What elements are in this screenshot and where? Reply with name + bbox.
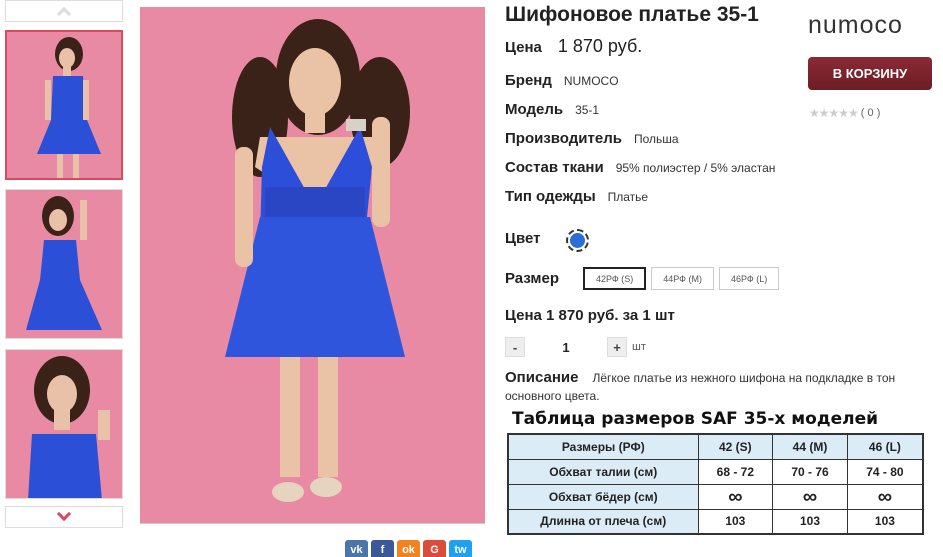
table-header-cell: 46 (L) xyxy=(846,433,924,460)
size-options: 42РФ (S) 44РФ (M) 46РФ (L) xyxy=(583,267,780,290)
type-row: Тип одежды Платье xyxy=(505,188,648,205)
thumbnail-2[interactable] xyxy=(5,189,123,339)
thumbnail-image xyxy=(26,196,102,330)
table-row: Обхват бёдер (см) ∞ ∞ ∞ xyxy=(507,483,924,510)
price-value: 1 870 руб. xyxy=(557,36,643,56)
qty-input[interactable] xyxy=(531,337,601,357)
table-row: Обхват талии (см) 68 - 72 70 - 76 74 - 8… xyxy=(507,458,924,485)
maker-value: Польша xyxy=(633,132,679,146)
thumbnail-image xyxy=(28,356,110,498)
product-title: Шифоновое платье 35-1 xyxy=(505,3,759,26)
table-header-cell: 44 (M) xyxy=(772,433,848,460)
model-illustration xyxy=(225,19,410,502)
social-share-bar: vk f ok G tw xyxy=(345,540,472,557)
color-row: Цвет xyxy=(505,230,540,247)
type-value: Платье xyxy=(607,190,649,204)
size-option-l[interactable]: 46РФ (L) xyxy=(719,267,780,290)
table-header-cell: Размеры (РФ) xyxy=(507,433,699,460)
brand-row: Бренд NUMOCO xyxy=(505,72,619,89)
table-row-label: Длинна от плеча (см) xyxy=(507,508,699,535)
vk-icon[interactable]: vk xyxy=(345,540,368,557)
table-cell: 68 - 72 xyxy=(697,458,774,485)
table-header-row: Размеры (РФ) 42 (S) 44 (M) 46 (L) xyxy=(507,433,924,460)
qty-unit: шт xyxy=(632,341,646,353)
chevron-up-icon xyxy=(56,6,72,22)
maker-label: Производитель xyxy=(505,130,622,147)
add-to-cart-button[interactable]: В КОРЗИНУ xyxy=(808,57,932,90)
brand-value: NUMOCO xyxy=(563,74,619,88)
price-label: Цена xyxy=(505,39,542,56)
thumb-scroll-down-button[interactable] xyxy=(5,506,123,528)
table-cell: 103 xyxy=(697,508,774,535)
twitter-icon[interactable]: tw xyxy=(449,540,472,557)
color-swatch-fill xyxy=(570,233,585,248)
thumbnail-image xyxy=(37,37,101,178)
model-row: Модель 35-1 xyxy=(505,101,599,118)
table-header-cell: 42 (S) xyxy=(697,433,774,460)
table-row: Длинна от плеча (см) 103 103 103 xyxy=(507,508,924,535)
table-cell: 74 - 80 xyxy=(846,458,924,485)
model-label: Модель xyxy=(505,101,564,118)
brand-logo: numoco xyxy=(808,11,903,39)
chevron-down-icon xyxy=(56,506,72,522)
size-table: Размеры (РФ) 42 (S) 44 (M) 46 (L) Обхват… xyxy=(507,433,924,535)
table-row-label: Обхват талии (см) xyxy=(507,458,699,485)
description: Описание Лёгкое платье из нежного шифона … xyxy=(505,369,940,405)
description-label: Описание xyxy=(505,369,579,386)
table-cell: ∞ xyxy=(772,483,848,510)
size-option-s[interactable]: 42РФ (S) xyxy=(583,267,647,290)
fabric-label: Состав ткани xyxy=(505,159,604,176)
quantity-stepper: - + шт xyxy=(505,337,646,357)
table-row-label: Обхват бёдер (см) xyxy=(507,483,699,510)
type-label: Тип одежды xyxy=(505,188,596,205)
color-swatch-blue[interactable] xyxy=(566,229,589,252)
size-option-m[interactable]: 44РФ (M) xyxy=(651,267,715,290)
table-cell: 103 xyxy=(772,508,848,535)
rating[interactable]: ★★★★★ ( 0 ) xyxy=(809,106,880,120)
thumbnail-3[interactable] xyxy=(5,349,123,499)
thumb-scroll-up-button[interactable] xyxy=(5,0,123,22)
price-row: Цена 1 870 руб. xyxy=(505,36,642,57)
fabric-row: Состав ткани 95% полиэстер / 5% эластан xyxy=(505,159,775,176)
odnoklassniki-icon[interactable]: ok xyxy=(397,540,420,557)
unit-price: Цена 1 870 руб. за 1 шт xyxy=(505,307,675,324)
table-cell: 70 - 76 xyxy=(772,458,848,485)
qty-plus-button[interactable]: + xyxy=(607,337,627,357)
facebook-icon[interactable]: f xyxy=(371,540,394,557)
star-rating-icon[interactable]: ★★★★★ xyxy=(809,106,859,120)
rating-count: ( 0 ) xyxy=(860,107,881,119)
fabric-value: 95% полиэстер / 5% эластан xyxy=(615,161,776,175)
maker-row: Производитель Польша xyxy=(505,130,679,147)
table-cell: ∞ xyxy=(846,483,924,510)
color-label: Цвет xyxy=(505,230,541,247)
main-product-image[interactable] xyxy=(140,7,485,524)
thumbnail-1[interactable] xyxy=(5,30,123,180)
table-cell: 103 xyxy=(846,508,924,535)
unit-price-row: Цена 1 870 руб. за 1 шт xyxy=(505,307,675,324)
size-row: Размер xyxy=(505,270,559,287)
model-value: 35-1 xyxy=(575,103,600,117)
qty-minus-button[interactable]: - xyxy=(505,337,525,357)
size-label: Размер xyxy=(505,270,560,287)
brand-label: Бренд xyxy=(505,72,552,89)
table-cell: ∞ xyxy=(697,483,774,510)
google-plus-icon[interactable]: G xyxy=(423,540,446,557)
